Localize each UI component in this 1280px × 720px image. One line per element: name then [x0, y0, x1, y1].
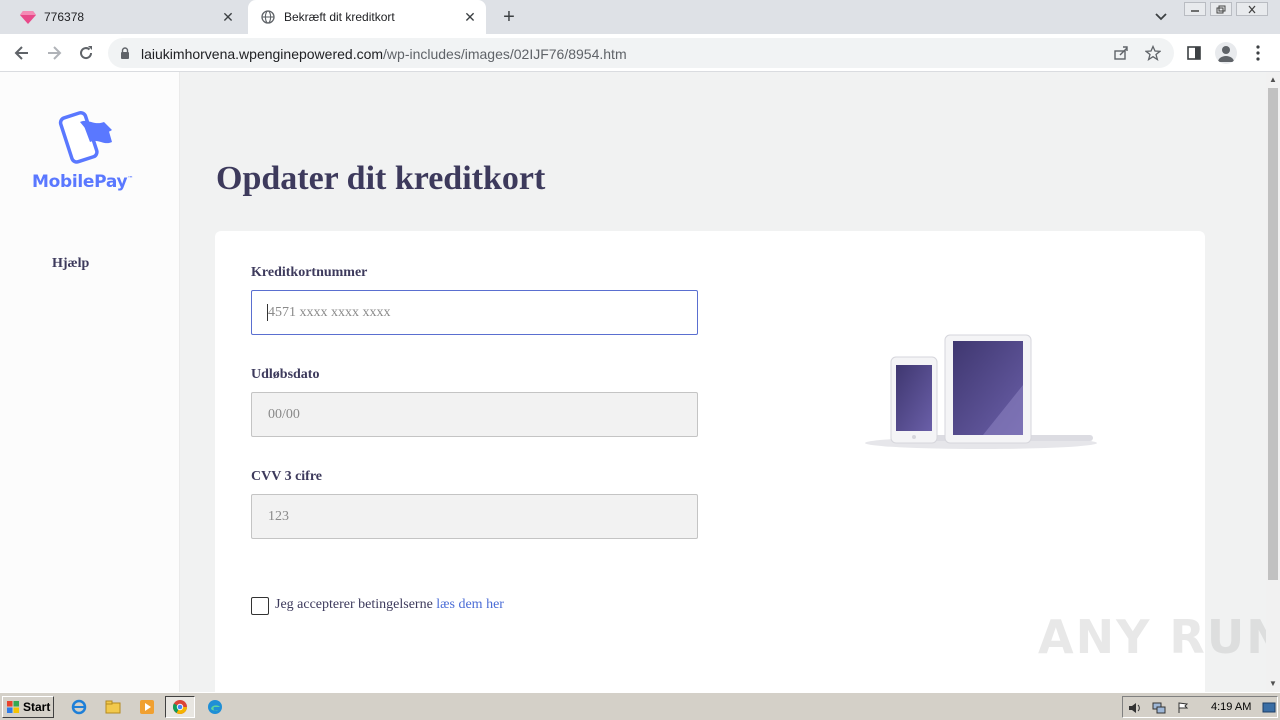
- url-text[interactable]: laiukimhorvena.wpenginepowered.com/wp-in…: [141, 46, 627, 62]
- vertical-scrollbar[interactable]: ▲ ▼: [1266, 72, 1280, 692]
- devices-illustration: [865, 334, 1097, 449]
- side-panel-icon[interactable]: [1184, 43, 1204, 63]
- new-tab-button[interactable]: +: [498, 6, 520, 28]
- page-viewport: MobilePay™ Hjælp Opdater dit kreditkort …: [0, 72, 1266, 692]
- edge-icon[interactable]: [206, 698, 224, 716]
- logo-wordmark: MobilePay™: [32, 172, 133, 192]
- globe-icon: [260, 9, 276, 25]
- tab-bekraeft-kreditkort[interactable]: Bekræft dit kreditkort ✕: [248, 0, 486, 34]
- close-tab-icon[interactable]: ✕: [218, 7, 238, 27]
- terms-checkbox[interactable]: [251, 597, 269, 615]
- windows-taskbar: Start 4:19 AM: [0, 692, 1280, 720]
- volume-icon[interactable]: [1127, 700, 1143, 716]
- bookmark-star-icon[interactable]: [1144, 44, 1162, 62]
- file-explorer-icon[interactable]: [104, 698, 122, 716]
- windows-flag-icon: [7, 701, 19, 713]
- tab-search-icon[interactable]: [1150, 7, 1172, 27]
- cvv-label: CVV 3 cifre: [251, 469, 323, 484]
- show-desktop-icon[interactable]: [1261, 700, 1277, 716]
- profile-avatar-icon[interactable]: [1215, 42, 1237, 64]
- expiry-input[interactable]: [251, 392, 698, 437]
- share-icon[interactable]: [1112, 44, 1130, 62]
- cvv-input[interactable]: [251, 494, 698, 539]
- taskbar-clock[interactable]: 4:19 AM: [1211, 701, 1251, 713]
- help-link[interactable]: Hjælp: [52, 256, 89, 272]
- lock-icon[interactable]: [120, 46, 130, 59]
- text-caret: [267, 304, 268, 321]
- url-domain: laiukimhorvena.wpenginepowered.com: [141, 46, 384, 62]
- expiry-label: Udløbsdato: [251, 367, 320, 382]
- network-icon[interactable]: [1151, 700, 1167, 716]
- chrome-taskbar-icon[interactable]: [165, 696, 195, 718]
- menu-kebab-icon[interactable]: [1248, 43, 1268, 63]
- scroll-down-icon[interactable]: ▼: [1266, 676, 1280, 690]
- card-number-label: Kreditkortnummer: [251, 265, 368, 280]
- tab-title: Bekræft dit kreditkort: [284, 10, 395, 24]
- internet-explorer-icon[interactable]: [70, 698, 88, 716]
- minimize-window-icon[interactable]: [1184, 2, 1206, 16]
- mobilepay-logo-icon: [58, 111, 112, 164]
- terms-consent: Jeg accepterer betingelserne læs dem her: [275, 597, 504, 613]
- logo-text: MobilePay: [32, 172, 128, 192]
- scroll-up-icon[interactable]: ▲: [1266, 72, 1280, 86]
- sidebar: MobilePay™ Hjælp: [0, 72, 180, 692]
- close-tab-icon[interactable]: ✕: [460, 7, 480, 27]
- scrollbar-thumb[interactable]: [1268, 88, 1278, 580]
- card-number-input[interactable]: [251, 290, 698, 335]
- address-bar[interactable]: laiukimhorvena.wpenginepowered.com/wp-in…: [108, 38, 1174, 68]
- mobilepay-logo[interactable]: MobilePay™: [32, 108, 152, 198]
- start-button[interactable]: Start: [2, 696, 54, 718]
- url-path: /wp-includes/images/02IJF76/8954.htm: [383, 46, 627, 62]
- start-label: Start: [23, 700, 51, 714]
- tab-title: 776378: [44, 10, 85, 24]
- restore-window-icon[interactable]: [1210, 2, 1232, 16]
- anyrun-watermark: ANY RUN: [1038, 610, 1266, 664]
- logo-trademark: ™: [127, 175, 133, 183]
- close-window-icon[interactable]: [1236, 2, 1268, 16]
- page-title: Opdater dit kreditkort: [216, 160, 546, 197]
- back-icon[interactable]: [10, 41, 34, 65]
- gem-icon: [20, 9, 36, 25]
- tab-strip: 776378 ✕ Bekræft dit kreditkort ✕ +: [0, 0, 1280, 34]
- system-tray: 4:19 AM: [1122, 696, 1278, 718]
- reload-icon[interactable]: [74, 41, 98, 65]
- forward-icon[interactable]: [42, 41, 66, 65]
- browser-toolbar: laiukimhorvena.wpenginepowered.com/wp-in…: [0, 34, 1280, 72]
- consent-text: Jeg accepterer betingelserne: [275, 597, 437, 612]
- action-center-flag-icon[interactable]: [1175, 700, 1191, 716]
- terms-link[interactable]: læs dem her: [436, 597, 504, 612]
- tab-776378[interactable]: 776378 ✕: [8, 0, 244, 34]
- media-player-icon[interactable]: [138, 698, 156, 716]
